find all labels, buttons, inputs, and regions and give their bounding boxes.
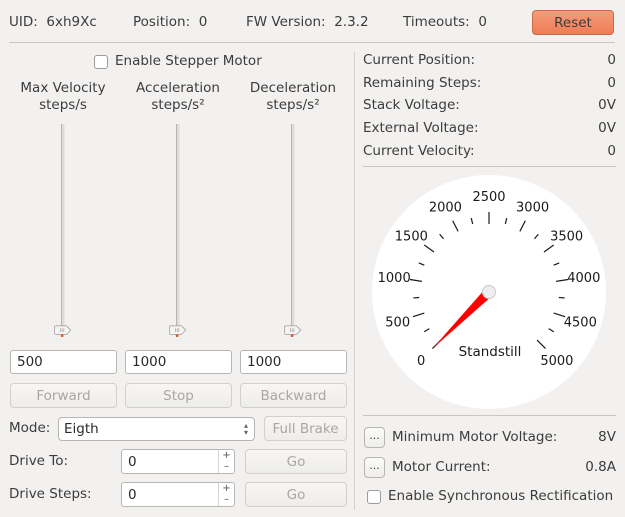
status-label: Current Position:	[363, 52, 476, 68]
acceleration-title: Acceleration	[136, 80, 220, 96]
motor-current-label: Motor Current:	[392, 459, 491, 475]
motor-current-value: 0.8A	[585, 459, 616, 475]
status-value: 0V	[598, 97, 616, 113]
full-brake-button[interactable]: Full Brake	[264, 416, 347, 441]
drive-to-go-button[interactable]: Go	[245, 449, 347, 474]
stop-button[interactable]: Stop	[125, 383, 232, 408]
acceleration-slider[interactable]	[176, 124, 180, 328]
drive-steps-spinbox[interactable]: 0 + –	[121, 482, 235, 507]
drive-to-decrement[interactable]: –	[219, 462, 234, 474]
deceleration-unit: steps/s²	[266, 97, 320, 113]
position-label: Position:	[133, 14, 191, 30]
column-divider	[354, 52, 355, 510]
acceleration-unit: steps/s²	[151, 97, 205, 113]
gauge-label: 5000	[540, 354, 573, 369]
uid-label: UID:	[9, 14, 38, 30]
max-velocity-slider[interactable]	[61, 124, 65, 328]
drive-steps-go-button[interactable]: Go	[245, 482, 347, 507]
drive-to-increment[interactable]: +	[219, 450, 234, 462]
max-velocity-input[interactable]: 500	[10, 350, 117, 374]
gauge-label: 3000	[516, 200, 549, 215]
mode-label: Mode:	[9, 420, 51, 436]
gauge-label: 1500	[395, 230, 428, 245]
deceleration-header: Deceleration steps/s²	[238, 80, 348, 114]
motor-current-button[interactable]: ...	[364, 457, 385, 478]
drive-steps-label: Drive Steps:	[9, 486, 92, 502]
deceleration-slider[interactable]	[291, 124, 295, 328]
min-motor-voltage-value: 8V	[598, 429, 616, 445]
gauge-status-text: Standstill	[459, 344, 522, 360]
fw-version-label: FW Version:	[246, 14, 326, 30]
gauge-label: 2000	[429, 200, 462, 215]
deceleration-slider-handle[interactable]	[282, 325, 304, 337]
uid-value: 6xh9Xc	[46, 14, 97, 30]
forward-button[interactable]: Forward	[10, 383, 117, 408]
backward-button[interactable]: Backward	[240, 383, 347, 408]
status-label: Stack Voltage:	[363, 97, 460, 113]
enable-stepper-checkbox[interactable]	[94, 55, 108, 69]
position-value: 0	[198, 14, 208, 30]
max-velocity-title: Max Velocity	[20, 80, 106, 96]
status-label: External Voltage:	[363, 120, 479, 136]
timeouts-value: 0	[478, 14, 487, 30]
select-arrows-icon: ▴ ▾	[243, 421, 248, 437]
gauge-label: 3500	[550, 230, 583, 245]
enable-stepper-label: Enable Stepper Motor	[115, 53, 262, 69]
acceleration-header: Acceleration steps/s²	[123, 80, 233, 114]
gauge-label: 2500	[472, 190, 505, 205]
status-label: Remaining Steps:	[363, 75, 482, 91]
acceleration-slider-handle[interactable]	[167, 325, 189, 337]
reset-button[interactable]: Reset	[532, 10, 614, 35]
velocity-gauge: 0 500 1000 15002000 2500 30003500 4000 4500 5000…	[372, 175, 606, 409]
status-value: 0	[607, 75, 616, 91]
max-velocity-header: Max Velocity steps/s	[8, 80, 118, 114]
gauge-label: 0	[417, 354, 425, 369]
fw-version-value: 2.3.2	[334, 14, 369, 30]
max-velocity-unit: steps/s	[39, 97, 87, 113]
status-divider	[363, 166, 616, 167]
min-motor-voltage-button[interactable]: ...	[364, 427, 385, 448]
acceleration-input[interactable]: 1000	[125, 350, 232, 374]
sync-rectification-label: Enable Synchronous Rectification	[388, 488, 614, 504]
drive-to-spinbox[interactable]: 0 + –	[121, 449, 235, 474]
max-velocity-slider-handle[interactable]	[52, 325, 74, 337]
drive-steps-value[interactable]: 0	[122, 483, 218, 506]
gauge-label: 500	[385, 316, 410, 331]
deceleration-input[interactable]: 1000	[240, 350, 347, 374]
status-label: Current Velocity:	[363, 143, 475, 159]
sync-rectification-checkbox[interactable]	[367, 490, 381, 504]
timeouts-field: Timeouts: 0	[403, 14, 487, 30]
position-field: Position: 0	[133, 14, 207, 30]
drive-steps-decrement[interactable]: –	[219, 495, 234, 507]
status-value: 0	[607, 143, 616, 159]
status-value: 0	[607, 52, 616, 68]
mode-select-value: Eigth	[64, 421, 99, 437]
settings-divider	[363, 415, 616, 416]
status-value: 0V	[598, 120, 616, 136]
deceleration-title: Deceleration	[249, 80, 337, 96]
header-divider	[9, 42, 615, 43]
drive-to-value[interactable]: 0	[122, 450, 218, 473]
gauge-label: 4500	[564, 316, 597, 331]
gauge-label: 4000	[567, 271, 600, 286]
drive-to-label: Drive To:	[9, 453, 69, 469]
gauge-label: 1000	[378, 271, 411, 286]
fw-version-field: FW Version: 2.3.2	[246, 14, 369, 30]
timeouts-label: Timeouts:	[403, 14, 470, 30]
mode-select[interactable]: Eigth ▴ ▾	[58, 417, 255, 441]
drive-steps-increment[interactable]: +	[219, 483, 234, 495]
gauge-hub	[482, 285, 496, 299]
uid-field: UID: 6xh9Xc	[9, 14, 97, 30]
min-motor-voltage-label: Minimum Motor Voltage:	[392, 429, 558, 445]
